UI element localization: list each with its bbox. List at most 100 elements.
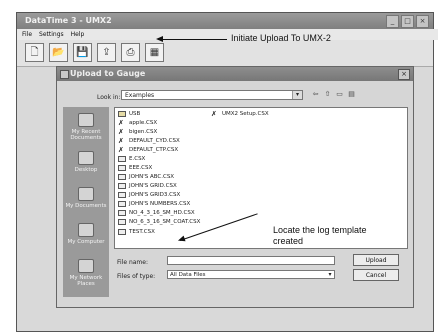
dialog-app-icon <box>60 70 69 79</box>
list-item[interactable]: USB <box>118 111 140 117</box>
file-name: DEFAULT_CTP.CSX <box>129 147 179 153</box>
files-of-type-select[interactable]: All Data Files ▾ <box>167 270 335 279</box>
file-name: JOHN'S ABC.CSX <box>129 174 175 180</box>
place-computer-label: My Computer <box>67 239 105 245</box>
list-item[interactable]: TEST.CSX <box>118 229 155 235</box>
list-item[interactable]: EEE.CSX <box>118 165 152 171</box>
up-folder-icon[interactable]: ⇧ <box>323 90 332 99</box>
list-item[interactable]: JOHN'S GRID3.CSX <box>118 192 180 198</box>
list-item[interactable]: ✗ UMX2 Setup.CSX <box>211 110 269 118</box>
new-icon[interactable]: 🗋 <box>25 43 44 62</box>
file-name-label: File name: <box>117 259 148 266</box>
file-name: UMX2 Setup.CSX <box>222 111 269 117</box>
place-network[interactable]: My Network Places <box>63 259 109 287</box>
desktop-icon <box>78 151 94 165</box>
open-icon[interactable]: 📂 <box>49 43 68 62</box>
maximize-button[interactable]: □ <box>401 15 414 28</box>
window-title: DataTime 3 - UMX2 <box>25 16 112 25</box>
look-in-select[interactable]: Examples ▾ <box>121 90 303 100</box>
computer-icon <box>78 223 94 237</box>
file-name: TEST.CSX <box>129 229 155 235</box>
csx-file-icon: ✗ <box>211 110 217 118</box>
toolbar: 🗋 📂 💾 ⇪ ⎙ ▦ <box>17 40 433 67</box>
file-name: USB <box>129 111 141 117</box>
navigation-toolbar: ⇦ ⇧ ▭ ▤ <box>311 90 356 99</box>
save-icon[interactable]: 💾 <box>73 43 92 62</box>
annotation-arrow-upload <box>156 36 227 42</box>
grid-file-icon <box>118 192 126 198</box>
file-name: NO_4_3_16_SM_HD.CSX <box>129 210 195 216</box>
chevron-down-icon[interactable]: ▾ <box>326 271 334 278</box>
places-bar: My Recent Documents Desktop My Documents… <box>63 107 109 297</box>
title-bar: DataTime 3 - UMX2 _ □ × <box>17 13 433 29</box>
file-name-field[interactable] <box>167 256 335 265</box>
files-of-type-label: Files of type: <box>117 273 156 280</box>
documents-icon <box>78 187 94 201</box>
grid-file-icon <box>118 219 126 225</box>
list-item[interactable]: ✗ DEFAULT_CYD.CSX <box>118 137 180 145</box>
place-computer[interactable]: My Computer <box>63 223 109 245</box>
view-menu-icon[interactable]: ▤ <box>347 90 356 99</box>
csx-file-icon: ✗ <box>118 128 124 136</box>
dialog-title: Upload to Gauge <box>70 69 146 78</box>
place-documents[interactable]: My Documents <box>63 187 109 209</box>
dialog-close-button[interactable]: × <box>398 69 410 80</box>
csx-file-icon: ✗ <box>118 137 124 145</box>
annotation-template: Locate the log template created <box>273 225 367 246</box>
list-item[interactable]: JOHN'S ABC.CSX <box>118 174 174 180</box>
file-name: E.CSX <box>129 156 146 162</box>
file-name: EEE.CSX <box>129 165 153 171</box>
grid-file-icon <box>118 174 126 180</box>
dialog-title-bar: Upload to Gauge × <box>57 67 413 81</box>
close-button[interactable]: × <box>416 15 429 28</box>
grid-icon[interactable]: ▦ <box>145 43 164 62</box>
grid-file-icon <box>118 165 126 171</box>
new-folder-icon[interactable]: ▭ <box>335 90 344 99</box>
list-item[interactable]: JOHN'S GRID.CSX <box>118 183 177 189</box>
file-name: DEFAULT_CYD.CSX <box>129 138 180 144</box>
list-item[interactable]: NO_6_3_16_SM_COAT.CSX <box>118 219 200 225</box>
csx-file-icon: ✗ <box>118 146 124 154</box>
upload-icon[interactable]: ⇪ <box>97 43 116 62</box>
look-in-label: Look in: <box>97 94 121 101</box>
list-item[interactable]: NO_4_3_16_SM_HD.CSX <box>118 210 195 216</box>
folder-icon <box>118 111 126 117</box>
place-recent[interactable]: My Recent Documents <box>63 113 109 141</box>
place-desktop[interactable]: Desktop <box>63 151 109 173</box>
file-name: JOHN'S GRID3.CSX <box>129 192 181 198</box>
upload-button[interactable]: Upload <box>353 254 399 266</box>
menu-bar: File Settings Help <box>17 29 438 40</box>
file-name: apple.CSX <box>129 120 158 126</box>
csx-file-icon: ✗ <box>118 119 124 127</box>
list-item[interactable]: JOHN'S NUMBERS.CSX <box>118 201 190 207</box>
upload-dialog: Upload to Gauge × Look in: Examples ▾ ⇦ … <box>56 66 414 308</box>
list-item[interactable]: ✗ bigen.CSX <box>118 128 158 136</box>
place-documents-label: My Documents <box>65 203 107 209</box>
file-name: JOHN'S NUMBERS.CSX <box>129 201 191 207</box>
grid-file-icon <box>118 210 126 216</box>
file-name: JOHN'S GRID.CSX <box>129 183 177 189</box>
menu-help[interactable]: Help <box>71 31 85 38</box>
menu-settings[interactable]: Settings <box>39 31 64 38</box>
chevron-down-icon[interactable]: ▾ <box>292 91 302 99</box>
file-name: NO_6_3_16_SM_COAT.CSX <box>129 219 201 225</box>
annotation-upload: Initiate Upload To UMX-2 <box>231 33 331 43</box>
cancel-button[interactable]: Cancel <box>353 269 399 281</box>
recent-documents-icon <box>78 113 94 127</box>
network-icon <box>78 259 94 273</box>
back-icon[interactable]: ⇦ <box>311 90 320 99</box>
place-desktop-label: Desktop <box>74 167 98 173</box>
grid-file-icon <box>118 156 126 162</box>
file-name: bigen.CSX <box>129 129 158 135</box>
list-item[interactable]: E.CSX <box>118 156 145 162</box>
list-item[interactable]: ✗ DEFAULT_CTP.CSX <box>118 146 179 154</box>
minimize-button[interactable]: _ <box>386 15 399 28</box>
print-icon[interactable]: ⎙ <box>121 43 140 62</box>
grid-file-icon <box>118 201 126 207</box>
list-item[interactable]: ✗ apple.CSX <box>118 119 158 127</box>
place-network-label: My Network Places <box>69 275 103 287</box>
look-in-value: Examples <box>125 92 155 99</box>
grid-file-icon <box>118 183 126 189</box>
files-of-type-value: All Data Files <box>170 272 206 278</box>
menu-file[interactable]: File <box>22 31 32 38</box>
